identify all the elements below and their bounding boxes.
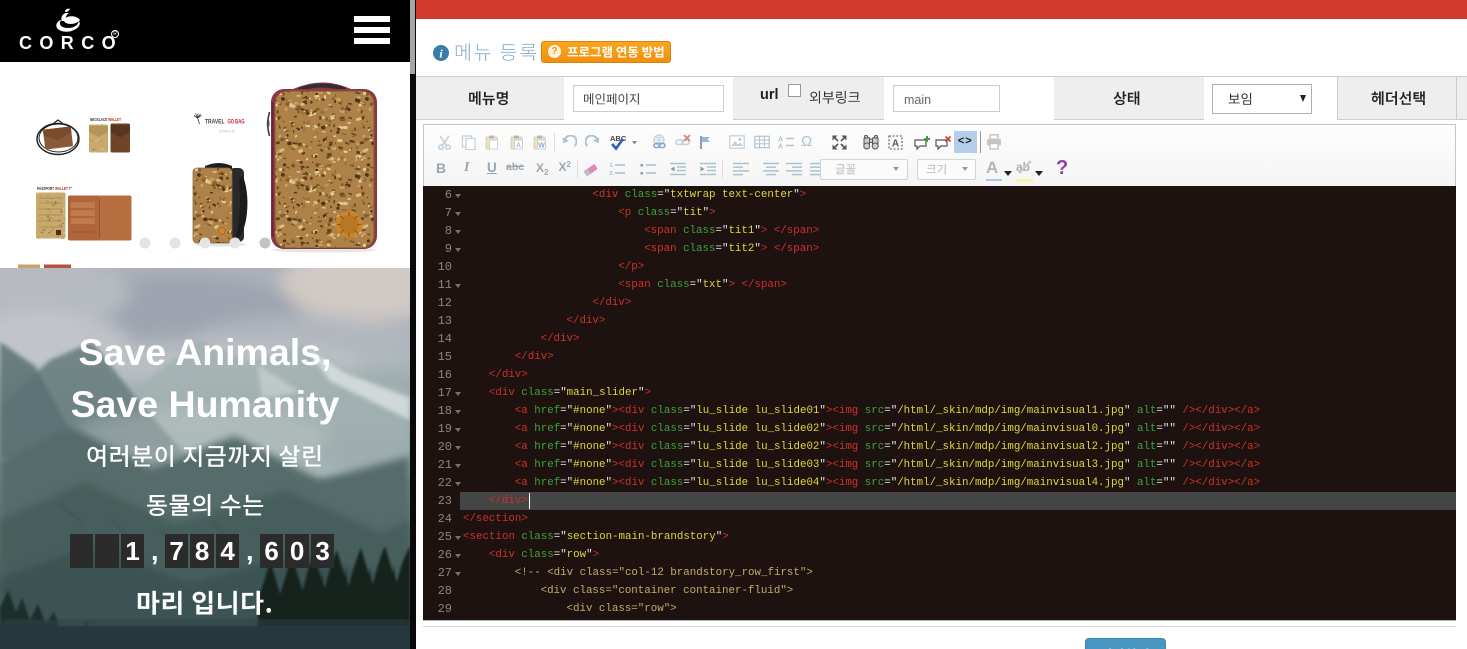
svg-text:C O R C O: C O R C O	[219, 130, 235, 134]
svg-text:GO BAG: GO BAG	[228, 119, 245, 126]
svg-text:NECKLACE WALLET: NECKLACE WALLET	[90, 117, 121, 122]
svg-text:A: A	[515, 142, 520, 149]
svg-text:2.: 2.	[610, 171, 615, 176]
svg-text:ABC: ABC	[610, 134, 627, 143]
svg-text:W: W	[538, 142, 545, 149]
svg-text:1.: 1.	[610, 163, 615, 169]
svg-text:A: A	[778, 144, 783, 150]
svg-text:PASSPORT WALLET 7": PASSPORT WALLET 7"	[37, 186, 72, 191]
svg-text:A: A	[892, 138, 899, 149]
svg-text:A: A	[778, 137, 783, 144]
svg-text:TRAVEL: TRAVEL	[205, 119, 225, 126]
